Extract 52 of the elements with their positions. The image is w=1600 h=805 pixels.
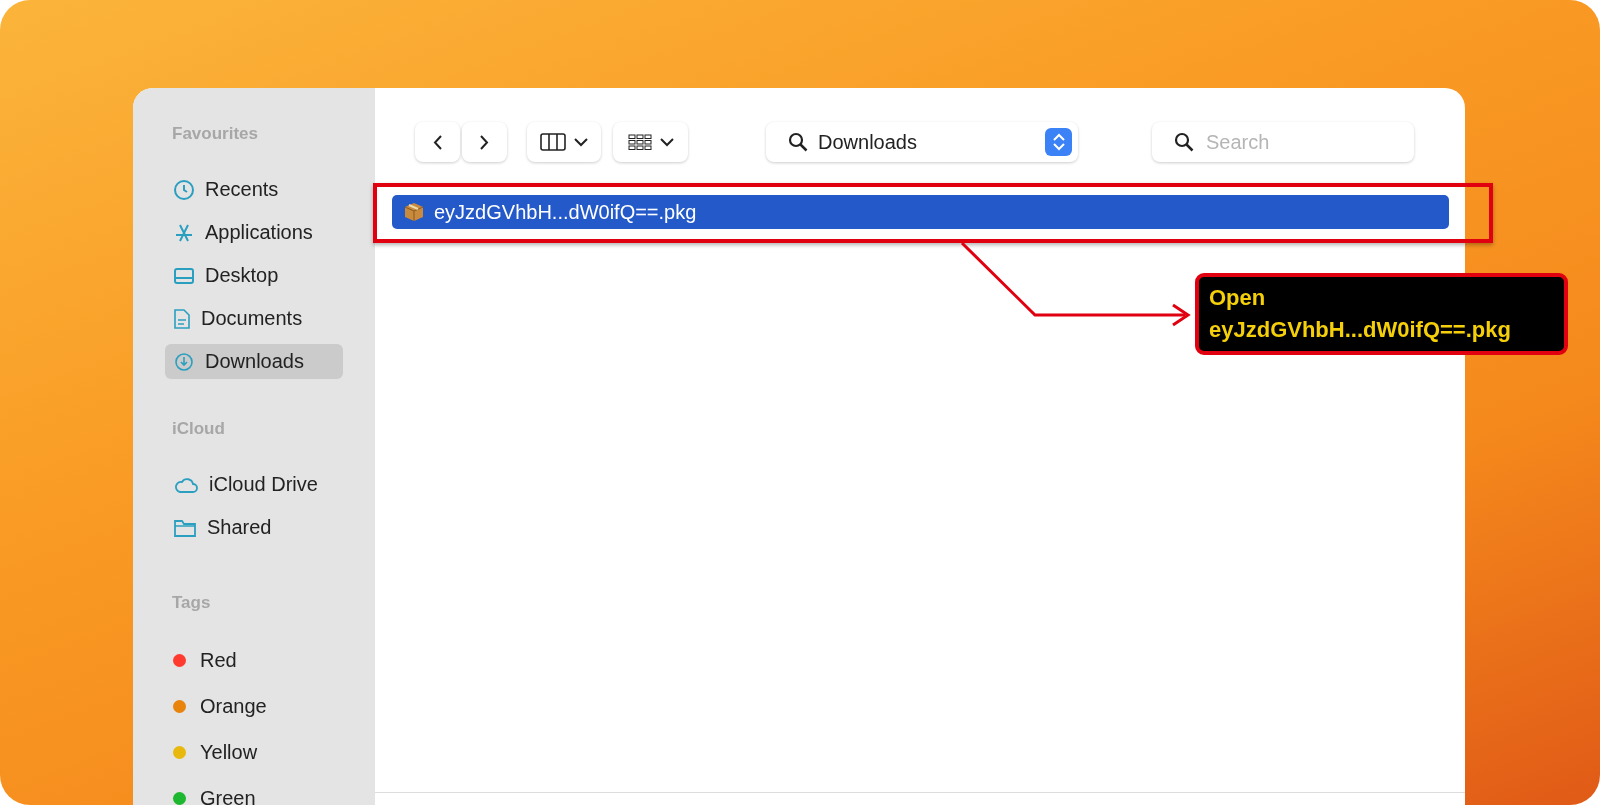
document-icon [173, 307, 191, 330]
section-title: iCloud [172, 419, 226, 440]
sidebar-item-label: Recents [205, 178, 279, 201]
section-title: Tags [172, 593, 212, 614]
callout-text: eyJzdGVhbH...dW0ifQ==.pkg [1209, 316, 1512, 344]
download-icon [173, 350, 195, 373]
group-button[interactable] [613, 122, 688, 162]
section-title: Favourites [172, 124, 259, 145]
chevron-left-icon [433, 134, 442, 150]
forward-button[interactable] [462, 122, 507, 162]
chevron-right-icon [480, 134, 489, 150]
sidebar-item[interactable]: Desktop [165, 258, 343, 293]
sidebar-item-label: Applications [205, 221, 313, 244]
file-row[interactable]: eyJzdGVhbH...dW0ifQ==.pkg [392, 195, 1449, 229]
sidebar-item[interactable]: Shared [165, 510, 343, 545]
sidebar-item[interactable]: Documents [165, 301, 343, 336]
tag-item[interactable]: Green [165, 779, 343, 805]
package-icon [402, 200, 426, 224]
sidebar-item-label: iCloud Drive [209, 473, 318, 496]
tag-label: Orange [200, 694, 267, 718]
back-button[interactable] [415, 122, 460, 162]
search-input[interactable]: Search [1204, 129, 1388, 155]
chevron-down-icon [659, 137, 674, 147]
tag-label: Red [200, 648, 237, 672]
location-label: Downloads [818, 130, 917, 154]
search-icon [788, 132, 808, 152]
stepper-icon [1045, 128, 1072, 156]
sidebar-item-label: Desktop [205, 264, 279, 287]
search-field[interactable]: Search [1152, 122, 1414, 162]
sidebar-item[interactable]: Recents [165, 172, 343, 207]
search-icon [1174, 132, 1194, 152]
tag-item[interactable]: Yellow [165, 733, 343, 771]
sidebar-item-label: Documents [201, 307, 303, 330]
sidebar-item[interactable]: iCloud Drive [165, 467, 343, 502]
sidebar-item-label: Shared [207, 516, 272, 539]
clock-icon [173, 178, 195, 201]
tag-label: Green [200, 786, 256, 805]
file-name: eyJzdGVhbH...dW0ifQ==.pkg [434, 200, 697, 224]
sidebar-item-label: Downloads [205, 350, 304, 373]
tag-item[interactable]: Orange [165, 687, 343, 725]
display-icon [173, 266, 195, 285]
columns-icon [540, 133, 566, 151]
view-mode-button[interactable] [527, 122, 601, 162]
folder-icon [173, 517, 197, 538]
sidebar-item[interactable]: Downloads [165, 344, 343, 379]
tag-item[interactable]: Red [165, 641, 343, 679]
callout-text: Open [1209, 284, 1267, 312]
location-popup[interactable]: Downloads [766, 122, 1078, 162]
sidebar-item[interactable]: Applications [165, 215, 343, 250]
grid-icon [627, 134, 652, 150]
chevron-down-icon [574, 137, 588, 147]
tag-label: Yellow [200, 740, 258, 764]
